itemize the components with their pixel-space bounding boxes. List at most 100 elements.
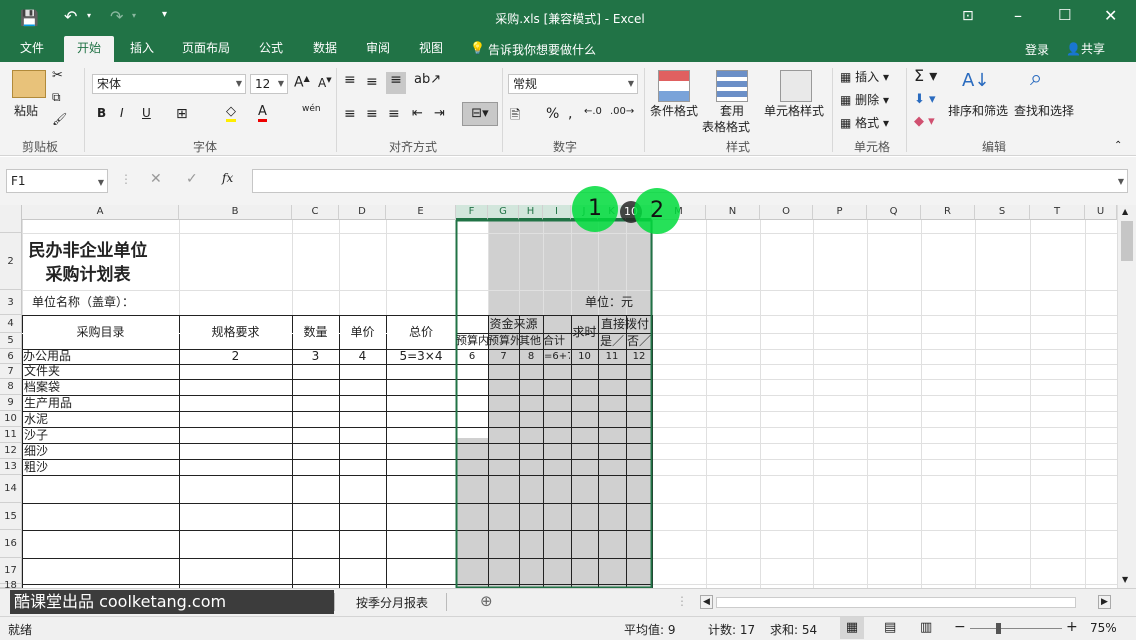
minimize-icon[interactable]: – bbox=[1014, 6, 1022, 25]
cell-style-icon[interactable] bbox=[780, 70, 812, 102]
scroll-down-icon[interactable]: ▼ bbox=[1122, 575, 1128, 584]
column-header-S[interactable]: S bbox=[975, 205, 1030, 220]
delete-cells-button[interactable]: ▦ 删除 ▾ bbox=[840, 91, 889, 108]
scroll-thumb[interactable] bbox=[1121, 221, 1133, 261]
horizontal-scrollbar[interactable] bbox=[716, 597, 1076, 608]
row6-cell-7[interactable]: 8 bbox=[520, 349, 542, 364]
cell-style-button[interactable]: 单元格样式 bbox=[764, 102, 824, 119]
cut-icon[interactable]: ✂ bbox=[52, 68, 63, 83]
zoom-thumb[interactable] bbox=[996, 623, 1001, 634]
undo-icon[interactable]: ↶ bbox=[64, 7, 77, 26]
header-no[interactable]: 否／ bbox=[626, 333, 652, 349]
border-icon[interactable]: ⊞ bbox=[176, 106, 188, 122]
column-header-Q[interactable]: Q bbox=[867, 205, 921, 220]
row-header-16[interactable]: 16 bbox=[0, 530, 22, 558]
decrease-decimal-icon[interactable]: .00→ bbox=[610, 106, 634, 117]
shrink-font-icon[interactable]: A▼ bbox=[318, 76, 332, 90]
row-header-3[interactable]: 3 bbox=[0, 290, 22, 315]
name-box[interactable]: F1 ▼ bbox=[6, 169, 108, 193]
align-left-icon[interactable]: ≡ bbox=[344, 106, 356, 122]
maximize-icon[interactable]: ☐ bbox=[1058, 6, 1071, 24]
find-select-button[interactable]: 查找和选择 bbox=[1014, 102, 1074, 119]
title-line-2[interactable]: 采购计划表 bbox=[22, 263, 154, 287]
align-middle-icon[interactable]: ≡ bbox=[366, 74, 378, 90]
redo-dropdown-icon[interactable]: ▾ bbox=[132, 11, 136, 20]
column-header-U[interactable]: U bbox=[1085, 205, 1117, 220]
header-price[interactable]: 单价 bbox=[339, 315, 386, 349]
sheet-tab-quarterly[interactable]: 按季分月报表 bbox=[356, 594, 428, 611]
row6-cell-4[interactable]: 5=3×4 bbox=[387, 349, 455, 364]
conditional-format-icon[interactable] bbox=[658, 70, 690, 102]
tab-review[interactable]: 审阅 bbox=[356, 36, 400, 62]
sort-filter-button[interactable]: 排序和筛选 bbox=[948, 102, 1008, 119]
orientation-icon[interactable]: ab↗ bbox=[414, 72, 441, 87]
header-funding[interactable]: 资金来源 bbox=[456, 315, 571, 333]
font-name-box[interactable]: 宋体 ▼ bbox=[92, 74, 246, 94]
row6-cell-10[interactable]: 11 bbox=[599, 349, 625, 364]
tab-file[interactable]: 文件 bbox=[8, 36, 56, 62]
align-right-icon[interactable]: ≡ bbox=[388, 106, 400, 122]
vertical-scrollbar[interactable]: ▲ ▼ bbox=[1117, 205, 1136, 588]
font-size-box[interactable]: 12 ▼ bbox=[250, 74, 288, 94]
row6-cell-1[interactable]: 2 bbox=[180, 349, 291, 364]
enter-icon[interactable]: ✓ bbox=[186, 171, 198, 187]
header-sum[interactable]: 合计 bbox=[543, 333, 571, 349]
tab-page-layout[interactable]: 页面布局 bbox=[172, 36, 240, 62]
row-header-7[interactable]: 7 bbox=[0, 364, 22, 379]
close-icon[interactable]: ✕ bbox=[1104, 6, 1117, 25]
row-header-15[interactable]: 15 bbox=[0, 503, 22, 530]
zoom-in-icon[interactable]: + bbox=[1066, 619, 1078, 635]
header-in-budget[interactable]: 预算内 bbox=[456, 333, 488, 349]
tell-me-box[interactable]: 告诉我你想要做什么 bbox=[488, 41, 596, 58]
collapse-ribbon-icon[interactable]: ⌃ bbox=[1114, 140, 1122, 151]
conditional-format-button[interactable]: 条件格式 bbox=[650, 102, 698, 119]
row6-cell-8[interactable]: =6+7+ bbox=[544, 349, 570, 364]
insert-function-icon[interactable]: fx bbox=[222, 171, 233, 185]
tab-data[interactable]: 数据 bbox=[302, 36, 348, 62]
zoom-out-icon[interactable]: − bbox=[954, 619, 966, 635]
share-button[interactable]: 👤共享 bbox=[1066, 40, 1105, 57]
row-header-14[interactable]: 14 bbox=[0, 475, 22, 503]
cell-unit[interactable]: 单位：元 bbox=[585, 290, 665, 315]
column-header-C[interactable]: C bbox=[292, 205, 339, 220]
table-style-icon[interactable] bbox=[716, 70, 748, 102]
save-icon[interactable]: 💾 bbox=[20, 9, 39, 27]
number-format-box[interactable]: 常规 ▼ bbox=[508, 74, 638, 94]
redo-icon[interactable]: ↷ bbox=[110, 7, 123, 26]
underline-icon[interactable]: U bbox=[142, 106, 151, 120]
item-cell[interactable]: 沙子 bbox=[24, 427, 178, 443]
page-break-view-icon[interactable]: ▥ bbox=[920, 620, 932, 635]
merge-center-icon[interactable]: ⊟▾ bbox=[462, 102, 498, 126]
row-header-8[interactable]: 8 bbox=[0, 379, 22, 395]
column-header-E[interactable]: E bbox=[386, 205, 456, 220]
row-header-4[interactable]: 4 bbox=[0, 315, 22, 333]
column-header-R[interactable]: R bbox=[921, 205, 975, 220]
currency-icon[interactable]: 🖹 bbox=[510, 106, 520, 128]
copy-icon[interactable]: ⧉ bbox=[52, 90, 61, 105]
column-header-B[interactable]: B bbox=[179, 205, 292, 220]
item-cell[interactable]: 粗沙 bbox=[24, 459, 178, 475]
column-header-D[interactable]: D bbox=[339, 205, 386, 220]
row6-cell-5[interactable]: 6 bbox=[457, 349, 487, 364]
fill-color-icon[interactable]: ◇ bbox=[226, 104, 236, 122]
header-yes[interactable]: 是／ bbox=[598, 333, 626, 349]
paste-button[interactable]: 粘贴 bbox=[14, 102, 38, 119]
decrease-indent-icon[interactable]: ⇤ bbox=[412, 106, 423, 121]
normal-view-icon[interactable]: ▦ bbox=[840, 617, 864, 639]
column-header-H[interactable]: H bbox=[519, 205, 543, 220]
login-link[interactable]: 登录 bbox=[1025, 41, 1049, 58]
row6-cell-9[interactable]: 10 bbox=[572, 349, 597, 364]
column-header-I[interactable]: I bbox=[543, 205, 571, 220]
row-header-6[interactable]: 6 bbox=[0, 349, 22, 364]
item-cell[interactable]: 生产用品 bbox=[24, 395, 178, 411]
row-header-10[interactable]: 10 bbox=[0, 411, 22, 427]
align-bottom-icon[interactable]: ≡ bbox=[386, 72, 406, 94]
column-header-F[interactable]: F bbox=[456, 205, 488, 220]
hscroll-left-icon[interactable]: ◀ bbox=[700, 595, 713, 609]
table-style-label-2[interactable]: 表格格式 bbox=[702, 118, 750, 135]
row6-cell-11[interactable]: 12 bbox=[627, 349, 651, 364]
item-cell[interactable]: 水泥 bbox=[24, 411, 178, 427]
tabs-divider-icon[interactable]: ⋮ bbox=[676, 594, 688, 608]
header-total[interactable]: 总价 bbox=[386, 315, 456, 349]
paste-icon[interactable] bbox=[12, 70, 46, 98]
